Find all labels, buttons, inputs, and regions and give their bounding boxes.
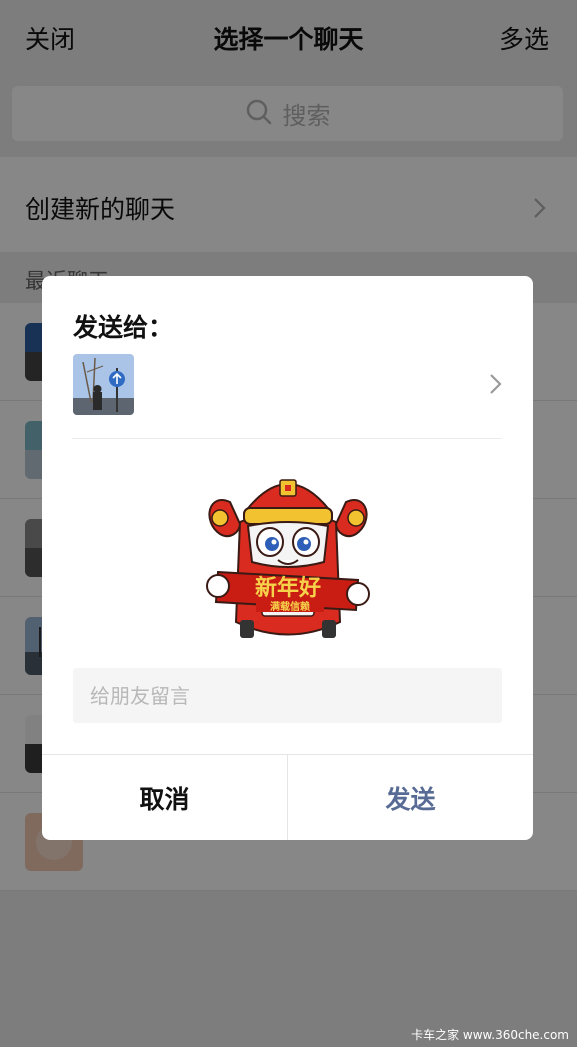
sticker-small-text: 满载信赖	[270, 600, 310, 613]
divider	[72, 438, 502, 439]
sticker-image: 新年好 满载信赖	[200, 462, 376, 644]
recipient-row[interactable]	[73, 354, 503, 416]
send-to-dialog: 发送给： 新年好 满载信赖 给朋友留言 取消 发送	[42, 276, 533, 840]
watermark: 卡车之家 www.360che.com	[411, 1028, 569, 1042]
send-button[interactable]: 发送	[288, 755, 533, 840]
recipient-avatar	[73, 354, 134, 415]
dialog-button-row: 取消 发送	[42, 754, 533, 840]
chevron-right-icon	[489, 373, 503, 399]
cancel-button[interactable]: 取消	[42, 755, 288, 840]
message-input[interactable]	[73, 668, 502, 723]
sticker-banner-text: 新年好	[255, 575, 321, 601]
dialog-title: 发送给：	[73, 313, 174, 342]
